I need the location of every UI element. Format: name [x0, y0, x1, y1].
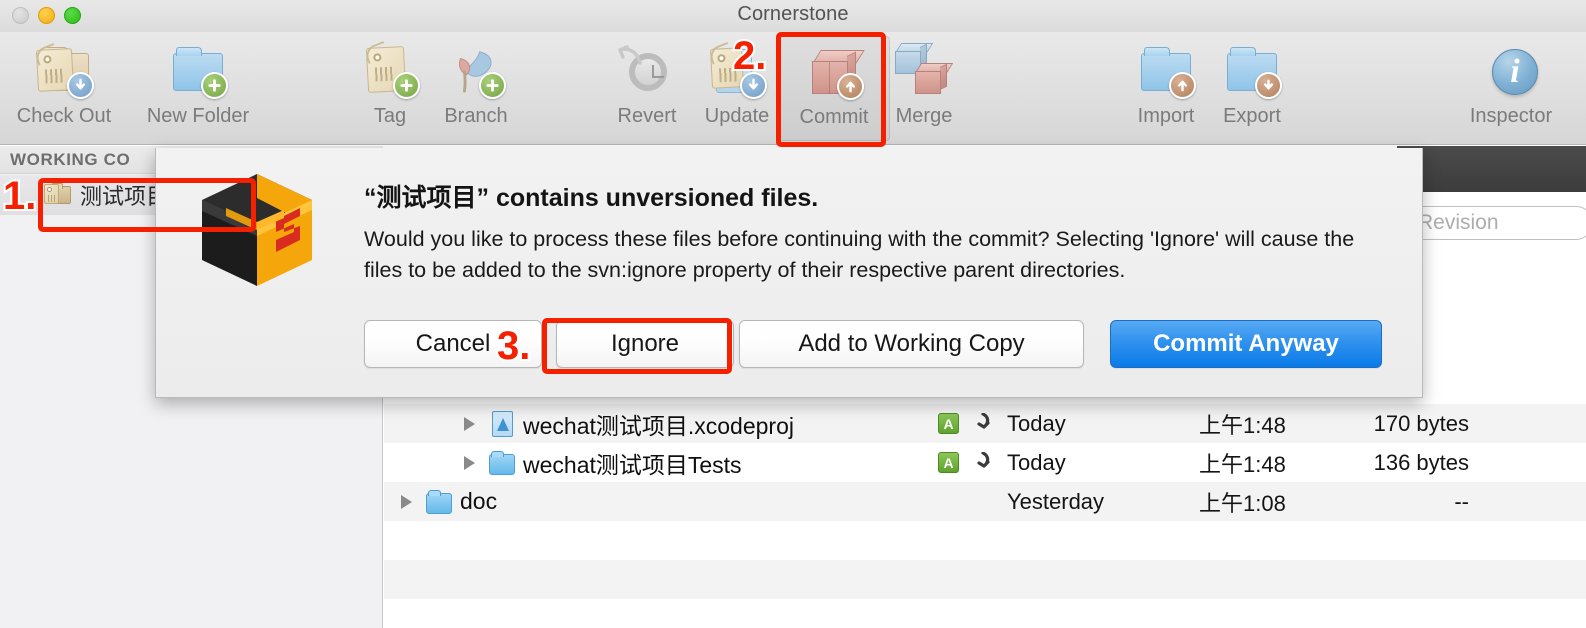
file-name: wechat测试项目Tests — [523, 451, 742, 478]
toolbar-label: Tag — [373, 105, 407, 127]
button-label: Ignore — [610, 330, 680, 357]
dialog-button-commit-anyway[interactable]: Commit Anyway — [1110, 320, 1382, 368]
merge-cubes-icon — [893, 41, 955, 101]
folder-icon — [424, 488, 454, 516]
table-row — [384, 560, 1586, 599]
modified-arrow-icon — [977, 413, 990, 429]
button-label: Add to Working Copy — [798, 330, 1025, 357]
dialog-title: “测试项目” contains unversioned files. — [364, 184, 819, 212]
window-title: Cornerstone — [737, 3, 849, 25]
toolbar-item-new-folder[interactable]: New Folder — [142, 36, 254, 141]
toolbar-item-export[interactable]: Export — [1196, 36, 1308, 141]
dialog-button-row: Cancel Ignore Add to Working Copy Commit… — [156, 320, 1424, 370]
table-row — [384, 521, 1586, 560]
disclosure-triangle-icon[interactable] — [464, 416, 475, 431]
toolbar-item-inspector[interactable]: i Inspector — [1455, 36, 1567, 141]
toolbar-label: Inspector — [1469, 105, 1553, 127]
table-row[interactable]: wechat测试项目Tests A Today 上午1:48 136 bytes — [384, 443, 1586, 482]
toolbar-item-merge[interactable]: Merge — [868, 36, 980, 141]
branch-leaf-plus-icon — [445, 41, 507, 101]
disclosure-triangle-icon[interactable] — [401, 494, 412, 509]
time-cell: 上午1:08 — [1199, 490, 1286, 516]
xcode-project-icon — [487, 410, 517, 438]
table-row[interactable]: doc Yesterday 上午1:08 -- — [384, 482, 1586, 521]
toolbar-label: Import — [1137, 105, 1195, 127]
disclosure-triangle-icon[interactable] — [464, 455, 475, 470]
annotation-number-3: 3. — [495, 324, 532, 368]
cornerstone-cube-logo — [202, 174, 312, 286]
toolbar-label: Branch — [444, 105, 508, 127]
file-name: wechat测试项目.xcodeproj — [523, 412, 794, 439]
window-titlebar: Cornerstone — [0, 0, 1586, 32]
tag-plus-icon — [359, 41, 421, 101]
unversioned-files-dialog: “测试项目” contains unversioned files. Would… — [155, 148, 1423, 398]
size-cell: 170 bytes — [1373, 410, 1469, 436]
dialog-button-ignore[interactable]: Ignore — [556, 320, 734, 368]
checkout-folder-down-icon — [33, 41, 95, 101]
status-badge: A — [938, 452, 959, 473]
working-copy-tag-folder-icon — [44, 183, 72, 207]
folder-icon — [487, 449, 517, 477]
export-folder-down-icon — [1221, 41, 1283, 101]
toolbar-label: Revert — [617, 105, 677, 127]
table-row — [384, 599, 1586, 628]
toolbar-label: Check Out — [16, 105, 112, 127]
time-cell: 上午1:48 — [1199, 451, 1286, 477]
toolbar-label: New Folder — [146, 105, 250, 127]
new-folder-plus-icon — [167, 41, 229, 101]
cornerstone-window: Cornerstone Check Out New Folder Tag Bra… — [0, 0, 1586, 628]
button-label: Cancel — [415, 330, 491, 357]
import-folder-up-icon — [1135, 41, 1197, 101]
annotation-number-2: 2. — [731, 34, 768, 78]
size-cell: 136 bytes — [1373, 449, 1469, 475]
date-cell: Today — [1007, 449, 1066, 475]
inspector-info-icon: i — [1480, 41, 1542, 101]
toolbar-label: Update — [704, 105, 770, 127]
time-cell: 上午1:48 — [1199, 412, 1286, 438]
status-badge: A — [938, 413, 959, 434]
toolbar-label: Export — [1223, 105, 1281, 127]
button-label: Commit Anyway — [1153, 330, 1339, 357]
annotation-number-1: 1. — [1, 174, 38, 218]
revert-clock-icon — [616, 41, 678, 101]
main-toolbar: Check Out New Folder Tag Branch Revert U… — [0, 32, 1586, 145]
toolbar-label: Merge — [895, 105, 953, 127]
size-cell: -- — [1454, 488, 1469, 514]
modified-arrow-icon — [977, 452, 990, 468]
commit-package-up-icon — [803, 42, 865, 102]
dialog-message: Would you like to process these files be… — [364, 227, 1355, 282]
toolbar-item-check-out[interactable]: Check Out — [8, 36, 120, 141]
toolbar-item-branch[interactable]: Branch — [420, 36, 532, 141]
dialog-button-add-to-working-copy[interactable]: Add to Working Copy — [739, 320, 1084, 368]
toolbar-label: Commit — [799, 106, 869, 128]
date-cell: Today — [1007, 410, 1066, 436]
date-cell: Yesterday — [1007, 488, 1105, 514]
table-row[interactable]: wechat测试项目.xcodeproj A Today 上午1:48 170 … — [384, 404, 1586, 443]
file-name: doc — [460, 488, 498, 514]
